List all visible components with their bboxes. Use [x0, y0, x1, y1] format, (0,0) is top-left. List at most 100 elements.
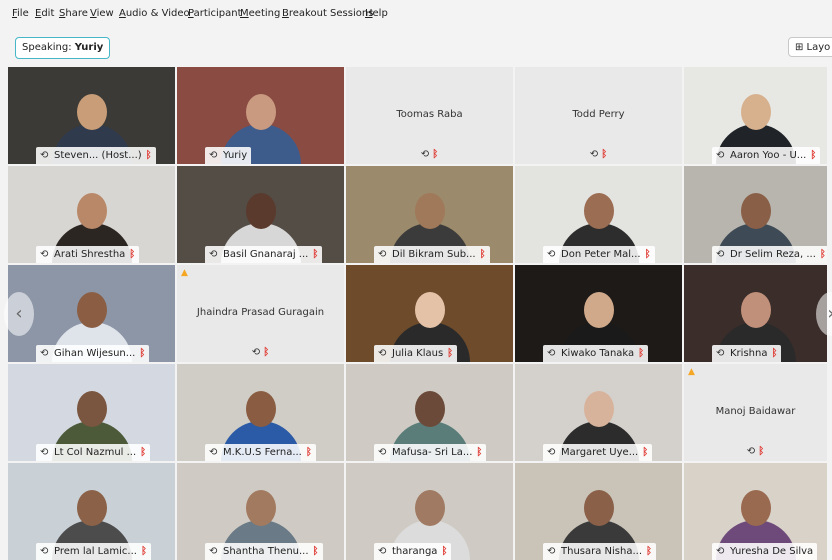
audio-icon: ⟲ — [716, 348, 725, 359]
audio-icon: ⟲ — [209, 546, 218, 557]
audio-icon: ⟲ — [716, 249, 725, 260]
audio-icon: ⟲ — [547, 546, 556, 557]
audio-icon: ⟲ — [547, 447, 556, 458]
menu-share[interactable]: Share — [59, 8, 88, 19]
participant-tile[interactable]: Todd Perry ⟲ ᛒ — [515, 67, 682, 164]
participant-tile[interactable]: ⟲ Yuriy — [177, 67, 344, 164]
participant-tile[interactable]: ⟲ Basil Gnanaraj ... ᛒ — [177, 166, 344, 263]
warning-icon: ▲ — [181, 268, 188, 278]
participant-tile[interactable]: ⟲ Margaret Uye... ᛒ — [515, 364, 682, 461]
muted-mic-icon: ᛒ — [441, 546, 448, 557]
participant-name: Toomas Raba — [396, 109, 463, 120]
muted-mic-icon: ᛒ — [447, 348, 454, 359]
participant-name-label: ⟲ M.K.U.S Ferna... ᛒ — [205, 444, 316, 461]
participant-tile[interactable]: ⟲ Krishna ᛒ — [684, 265, 827, 362]
menu-meeting[interactable]: Meeting — [240, 8, 280, 19]
participant-tile[interactable]: ⟲ Thusara Nisha... ᛒ — [515, 463, 682, 560]
participant-name: Aaron Yoo - U... — [730, 150, 807, 161]
menu-participant[interactable]: Participant — [188, 8, 242, 19]
participant-name-label: ⟲ Yuresha De Silva — [712, 543, 818, 560]
participant-tile[interactable]: ⟲ Shantha Thenu... ᛒ — [177, 463, 344, 560]
participant-name: Dr Selim Reza, ... — [730, 249, 816, 260]
audio-icon: ⟲ — [378, 447, 387, 458]
muted-mic-icon: ᛒ — [432, 149, 439, 160]
participant-name-label: ⟲ Krishna ᛒ — [712, 345, 782, 362]
menu-edit[interactable]: Edit — [35, 8, 54, 19]
participant-name: Don Peter Mal... — [561, 249, 641, 260]
participant-name: Thusara Nisha... — [561, 546, 643, 557]
menu-breakout-sessions[interactable]: Breakout Sessions — [282, 8, 373, 19]
participant-tile[interactable]: ⟲ Aaron Yoo - U... ᛒ — [684, 67, 827, 164]
muted-mic-icon: ᛒ — [638, 348, 645, 359]
participant-name: Lt Col Nazmul ... — [54, 447, 137, 458]
menu-view[interactable]: View — [90, 8, 114, 19]
audio-icon: ⟲ — [209, 249, 218, 260]
audio-icon: ⟲ — [420, 149, 430, 160]
audio-icon: ⟲ — [378, 348, 387, 359]
toolbar — [0, 28, 832, 68]
participant-tile[interactable]: ⟲ tharanga ᛒ — [346, 463, 513, 560]
previous-page-arrow-icon[interactable]: ‹ — [4, 292, 34, 336]
participant-name-label: ⟲ Basil Gnanaraj ... ᛒ — [205, 246, 323, 263]
audio-icon: ⟲ — [209, 447, 218, 458]
participant-name-label: ⟲ Arati Shrestha ᛒ — [36, 246, 140, 263]
audio-icon: ⟲ — [209, 150, 218, 161]
participant-name-label: ⟲ Margaret Uye... ᛒ — [543, 444, 653, 461]
menu-bar: File Edit Share View Audio & Video Parti… — [0, 0, 832, 28]
participant-name-label: ⟲ Steven... (Host...) ᛒ — [36, 147, 156, 164]
audio-icon: ⟲ — [746, 446, 756, 457]
video-grid: ⟲ Steven... (Host...) ᛒ ⟲ Yuriy Toomas Raba ⟲ … — [8, 67, 832, 560]
participant-tile[interactable]: ⟲ Don Peter Mal... ᛒ — [515, 166, 682, 263]
audio-icon: ⟲ — [378, 249, 387, 260]
participant-tile[interactable]: Manoj Baidawar ⟲ ᛒ ▲ — [684, 364, 827, 461]
participant-name: Steven... (Host...) — [54, 150, 142, 161]
participant-tile[interactable]: ⟲ Prem lal Lamic... ᛒ — [8, 463, 175, 560]
menu-file[interactable]: File — [12, 8, 29, 19]
muted-mic-icon: ᛒ — [312, 546, 319, 557]
participant-name-label: ⟲ Shantha Thenu... ᛒ — [205, 543, 323, 560]
muted-mic-icon: ᛒ — [140, 447, 147, 458]
participant-tile[interactable]: ⟲ M.K.U.S Ferna... ᛒ — [177, 364, 344, 461]
participant-name: Prem lal Lamic... — [54, 546, 137, 557]
speaking-indicator: Speaking: Yuriy — [15, 37, 111, 59]
participant-name-label: ⟲ Don Peter Mal... ᛒ — [543, 246, 655, 263]
muted-mic-icon: ᛒ — [642, 447, 649, 458]
audio-icon: ⟲ — [378, 546, 387, 557]
audio-icon: ⟲ — [40, 150, 49, 161]
participant-tile[interactable]: ⟲ Kiwako Tanaka ᛒ — [515, 265, 682, 362]
participant-name-label: ⟲ Lt Col Nazmul ... ᛒ — [36, 444, 151, 461]
participant-tile[interactable]: ⟲ Dr Selim Reza, ... ᛒ — [684, 166, 827, 263]
muted-mic-icon: ᛒ — [139, 348, 146, 359]
participant-tile[interactable]: Toomas Raba ⟲ ᛒ — [346, 67, 513, 164]
participant-name-label: ⟲ Dr Selim Reza, ... ᛒ — [712, 246, 827, 263]
muted-mic-icon: ᛒ — [305, 447, 312, 458]
participant-name: Manoj Baidawar — [715, 406, 796, 417]
participant-name: Todd Perry — [572, 109, 625, 120]
participant-tile[interactable]: ⟲ Mafusa- Sri La... ᛒ — [346, 364, 513, 461]
muted-mic-icon: ᛒ — [601, 149, 608, 160]
participant-name: Dil Bikram Sub... — [392, 249, 476, 260]
participant-tile[interactable]: ⟲ Lt Col Nazmul ... ᛒ — [8, 364, 175, 461]
participant-tile[interactable]: ⟲ Dil Bikram Sub... ᛒ — [346, 166, 513, 263]
participant-name: M.K.U.S Ferna... — [223, 447, 302, 458]
warning-icon: ▲ — [688, 367, 695, 377]
participant-name-label: ⟲ tharanga ᛒ — [374, 543, 452, 560]
muted-mic-icon: ᛒ — [129, 249, 136, 260]
muted-mic-icon: ᛒ — [145, 150, 152, 161]
muted-mic-icon: ᛒ — [476, 447, 483, 458]
participant-name-label: ⟲ Thusara Nisha... ᛒ — [543, 543, 657, 560]
participant-name: Arati Shrestha — [54, 249, 126, 260]
audio-icon: ⟲ — [40, 447, 49, 458]
menu-help[interactable]: Help — [365, 8, 388, 19]
participant-tile[interactable]: ⟲ Steven... (Host...) ᛒ — [8, 67, 175, 164]
layout-button[interactable]: ⊞ Layo — [788, 37, 832, 57]
audio-icon: ⟲ — [547, 249, 556, 260]
participant-name: Krishna — [730, 348, 768, 359]
participant-tile[interactable]: ⟲ Julia Klaus ᛒ — [346, 265, 513, 362]
participant-tile[interactable]: ⟲ Yuresha De Silva — [684, 463, 827, 560]
audio-icon: ⟲ — [251, 347, 261, 358]
participant-tile[interactable]: Jhaindra Prasad Guragain ⟲ ᛒ ▲ — [177, 265, 344, 362]
participant-name: Shantha Thenu... — [223, 546, 309, 557]
participant-tile[interactable]: ⟲ Arati Shrestha ᛒ — [8, 166, 175, 263]
menu-audio-video[interactable]: Audio & Video — [119, 8, 190, 19]
